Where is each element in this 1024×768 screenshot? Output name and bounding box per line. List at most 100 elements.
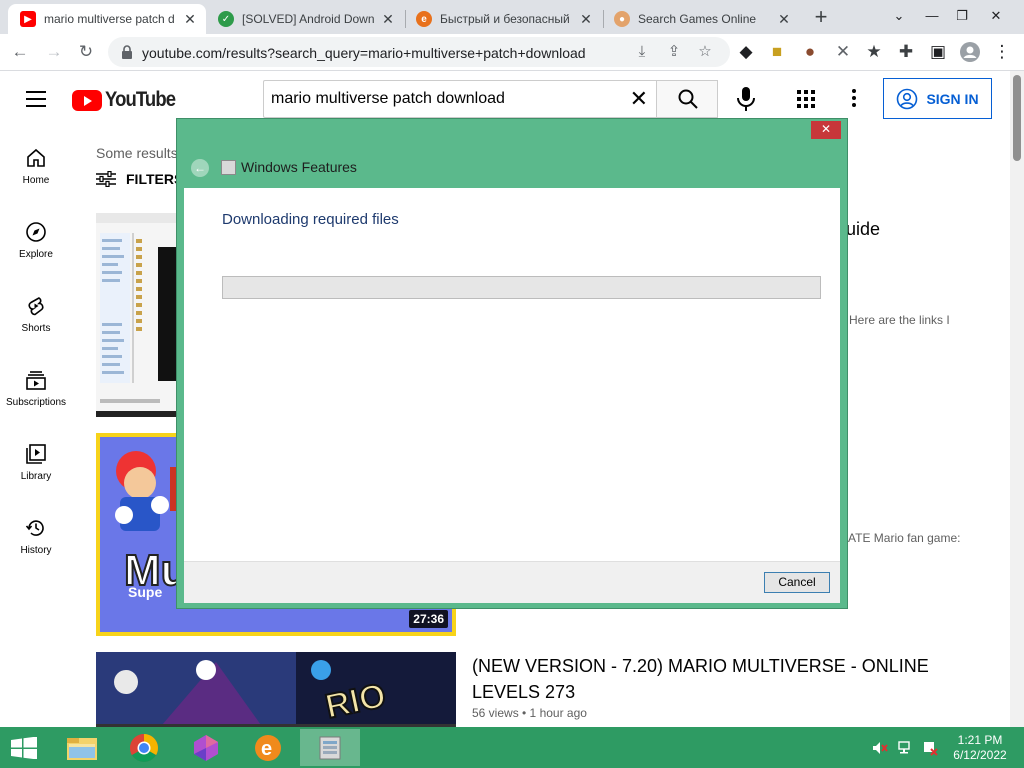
taskbar-file-explorer[interactable] — [52, 729, 112, 766]
nav-label: Explore — [19, 249, 53, 260]
dialog-status-heading: Downloading required files — [222, 211, 399, 228]
clock-date: 6/12/2022 — [953, 748, 1007, 762]
nav-item-explore[interactable]: Explore — [0, 201, 72, 275]
profile-icon[interactable] — [960, 42, 980, 62]
tab-search-games[interactable]: ● Search Games Online ✕ — [602, 4, 800, 34]
voice-search-button[interactable] — [734, 86, 758, 112]
dialog-body: Downloading required files — [184, 188, 840, 561]
sign-in-label: SIGN IN — [926, 90, 979, 107]
subscriptions-icon — [26, 371, 46, 390]
page-scrollbar[interactable] — [1010, 71, 1024, 727]
filters-sliders-icon — [96, 171, 116, 187]
close-tab-icon[interactable]: ✕ — [182, 11, 198, 27]
extension-cross-icon[interactable]: ✕ — [833, 42, 853, 62]
scrollbar-thumb[interactable] — [1013, 75, 1021, 161]
person-icon: ● — [614, 11, 630, 27]
account-circle-icon — [897, 88, 918, 109]
nav-item-home[interactable]: Home — [0, 127, 72, 201]
svg-text:Supe: Supe — [128, 584, 162, 600]
taskbar-chrome[interactable] — [114, 729, 174, 766]
bookmark-star-icon[interactable]: ☆ — [695, 42, 715, 62]
video-thumbnail[interactable]: RIO — [96, 652, 456, 727]
volume-muted-icon[interactable] — [872, 740, 888, 756]
share-icon[interactable]: ⇪ — [664, 42, 684, 62]
extension-star-icon[interactable]: ★ — [864, 42, 884, 62]
nav-item-library[interactable]: Library — [0, 423, 72, 497]
extensions-puzzle-icon[interactable]: ✚ — [896, 42, 916, 62]
hamburger-menu-icon[interactable] — [26, 91, 46, 107]
shorts-icon — [28, 297, 44, 316]
nav-label: History — [20, 545, 52, 556]
taskbar-e-browser[interactable]: e — [238, 729, 298, 766]
extension-avatar-icon[interactable]: ● — [800, 42, 820, 62]
address-bar[interactable]: youtube.com/results?search_query=mario+m… — [108, 37, 730, 67]
home-icon — [27, 148, 45, 167]
restore-window-icon[interactable]: ❐ — [951, 6, 973, 26]
youtube-play-icon — [72, 89, 102, 111]
dialog-footer: Cancel — [184, 561, 840, 603]
video-title[interactable]: uide — [846, 219, 880, 240]
system-clock[interactable]: 1:21 PM 6/12/2022 — [944, 733, 1016, 763]
nav-label: Shorts — [21, 323, 51, 334]
windows-taskbar: e 1:21 PM 6/12/2022 — [0, 727, 1024, 768]
youtube-logo-text: YouTube — [105, 88, 176, 111]
forward-arrow-icon[interactable]: → — [44, 42, 64, 62]
compass-icon — [26, 222, 46, 242]
windows-start-icon[interactable] — [10, 737, 38, 759]
back-arrow-icon[interactable]: ← — [191, 159, 209, 177]
polygon-app-icon — [194, 734, 218, 761]
reload-icon[interactable]: ↻ — [76, 42, 96, 62]
minimize-window-icon[interactable]: — — [921, 6, 943, 26]
clear-search-icon[interactable]: ✕ — [630, 88, 648, 110]
e-browser-icon: e — [255, 734, 281, 761]
tab-youtube[interactable]: ▶ mario multiverse patch d ✕ — [8, 4, 206, 34]
dialog-close-button[interactable]: ✕ — [811, 121, 841, 139]
url-text: youtube.com/results?search_query=mario+m… — [142, 45, 586, 61]
search-icon — [678, 89, 698, 109]
nav-item-history[interactable]: History — [0, 497, 72, 571]
taskbar-polygon-app[interactable] — [176, 729, 236, 766]
back-arrow-icon[interactable]: ← — [10, 42, 30, 62]
action-center-alert-icon[interactable] — [922, 740, 938, 756]
tab-label: mario multiverse patch d — [44, 12, 175, 26]
close-window-icon[interactable]: ✕ — [985, 6, 1007, 26]
new-tab-button[interactable]: + — [811, 6, 831, 28]
close-tab-icon[interactable]: ✕ — [776, 11, 792, 27]
tab-solved-android[interactable]: ✓ [SOLVED] Android Down ✕ — [206, 4, 404, 34]
youtube-apps-grid-icon[interactable] — [797, 90, 815, 108]
extension-hat-icon[interactable]: ◆ — [736, 42, 756, 62]
svg-text:e: e — [261, 738, 272, 760]
close-tab-icon[interactable]: ✕ — [578, 11, 594, 27]
video-title[interactable]: (NEW VERSION - 7.20) MARIO MULTIVERSE - … — [472, 653, 932, 705]
close-tab-icon[interactable]: ✕ — [380, 11, 396, 27]
nav-label: Subscriptions — [5, 397, 67, 408]
side-panel-icon[interactable]: ▣ — [928, 42, 948, 62]
file-explorer-icon — [67, 737, 97, 760]
nav-item-subscriptions[interactable]: Subscriptions — [0, 349, 72, 423]
tab-fast-browser[interactable]: e Быстрый и безопасный ✕ — [404, 4, 602, 34]
extension-dog-icon[interactable]: ■ — [767, 42, 787, 62]
cancel-button[interactable]: Cancel — [764, 572, 830, 593]
search-button[interactable] — [656, 80, 718, 118]
video-description: ATE Mario fan game: — [848, 531, 961, 545]
video-description: Here are the links I — [849, 313, 950, 327]
browser-toolbar: ← → ↻ youtube.com/results?search_query=m… — [0, 34, 1024, 71]
install-app-icon[interactable]: ⤓ — [632, 42, 652, 62]
nav-label: Library — [20, 471, 52, 482]
sign-in-button[interactable]: SIGN IN — [883, 78, 992, 119]
video-duration-badge: 27:36 — [409, 610, 448, 628]
chrome-icon — [130, 733, 158, 762]
tab-label: [SOLVED] Android Down — [242, 12, 375, 26]
filters-button[interactable]: FILTERS — [96, 171, 183, 187]
taskbar-windows-features[interactable] — [300, 729, 360, 766]
nav-item-shorts[interactable]: Shorts — [0, 275, 72, 349]
tab-label: Быстрый и безопасный — [440, 12, 570, 26]
settings-more-icon[interactable] — [852, 89, 856, 109]
youtube-logo[interactable]: YouTube — [72, 88, 185, 112]
thumbnail-image: RIO — [96, 652, 456, 727]
network-icon[interactable] — [898, 740, 914, 756]
chrome-menu-icon[interactable]: ⋮ — [992, 42, 1012, 62]
history-icon — [25, 520, 44, 536]
tab-search-chevron-icon[interactable]: ⌄ — [888, 6, 910, 26]
search-input[interactable]: mario multiverse patch download ✕ — [263, 80, 656, 118]
